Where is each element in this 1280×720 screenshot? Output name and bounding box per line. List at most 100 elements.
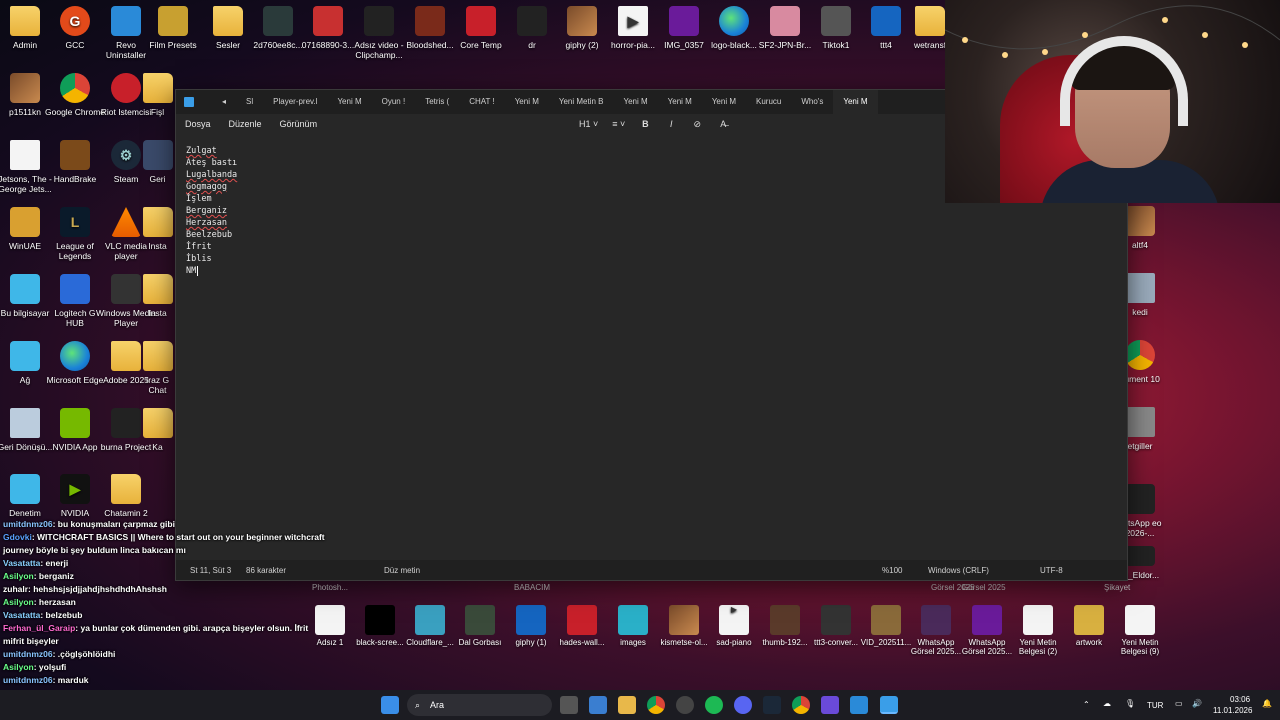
bottom-icon-yeni-metin-9[interactable]: Yeni Metin Belgesi (9) bbox=[1110, 605, 1170, 656]
desktop-icon-geri[interactable]: Geri bbox=[140, 140, 175, 184]
notepad-icon bbox=[184, 97, 194, 107]
chat-username: Asilyon bbox=[3, 662, 34, 672]
app-icon bbox=[142, 140, 173, 170]
image-file-icon bbox=[415, 6, 445, 36]
menu-file[interactable]: Dosya bbox=[185, 119, 211, 129]
image-file-icon bbox=[821, 6, 851, 36]
italic-button[interactable]: I bbox=[665, 119, 677, 129]
archive-icon bbox=[1074, 605, 1104, 635]
stream-chat: umitdnmz06: bu konuşmaları çarpmaz gibi … bbox=[3, 518, 363, 687]
desktop-icon-insta-1[interactable]: Insta bbox=[140, 207, 175, 251]
chrome-icon bbox=[60, 73, 90, 103]
image-file-icon bbox=[313, 6, 343, 36]
menu-view[interactable]: Görünüm bbox=[280, 119, 318, 129]
start-button[interactable] bbox=[381, 696, 399, 714]
notepad-editor[interactable]: Zulgat Ateş bastı Lugalbanda Gogmagog İş… bbox=[186, 145, 1127, 560]
widgets-icon[interactable] bbox=[589, 696, 607, 714]
link-icon[interactable]: ⊘ bbox=[691, 119, 703, 130]
language-indicator[interactable]: TUR bbox=[1147, 701, 1163, 710]
desktop-icon-ka[interactable]: Ka bbox=[140, 408, 175, 452]
image-file-icon bbox=[669, 605, 699, 635]
status-encoding[interactable]: UTF-8 bbox=[1040, 566, 1063, 575]
heading-dropdown[interactable]: H1 ˅ bbox=[579, 119, 598, 129]
chat-text: yolşufi bbox=[38, 662, 67, 672]
desktop-icon-chatamin[interactable]: Chatamin 2 bbox=[96, 474, 156, 518]
clock-date[interactable]: 11.01.2026 bbox=[1213, 706, 1252, 715]
revo-icon bbox=[111, 6, 141, 36]
notification-icon[interactable]: 🔔 bbox=[1262, 699, 1272, 708]
chat-username: Gdovki bbox=[3, 532, 32, 542]
desktop-icon-film-presets[interactable]: Film Presets bbox=[143, 6, 203, 50]
notepad-tab[interactable]: Yeni M bbox=[327, 90, 371, 114]
tray-app-icon[interactable]: ☁ bbox=[1103, 699, 1111, 708]
menu-edit[interactable]: Düzenle bbox=[229, 119, 262, 129]
discord-icon[interactable] bbox=[734, 696, 752, 714]
chat-text: journey böyle bi şey buldum linca bakıca… bbox=[3, 545, 186, 555]
clear-format-icon[interactable]: A̶ bbox=[717, 119, 729, 129]
clock-time[interactable]: 03:06 bbox=[1230, 695, 1250, 704]
image-file-icon bbox=[1125, 206, 1155, 236]
network-icon[interactable]: ▭ bbox=[1175, 699, 1183, 708]
notepad-tab-active[interactable]: Yeni M bbox=[833, 90, 878, 114]
desktop-icon-fisl[interactable]: Fişl bbox=[140, 73, 175, 117]
gif-file-icon bbox=[567, 6, 597, 36]
folder-icon bbox=[111, 341, 141, 371]
folder-icon bbox=[142, 341, 173, 371]
thermometer-icon bbox=[466, 6, 496, 36]
media-player-icon bbox=[111, 274, 141, 304]
chat-text: .çöglşöhlöidhi bbox=[57, 649, 116, 659]
chat-username: Vasatatta bbox=[3, 610, 41, 620]
notepad-tab[interactable]: Who's bbox=[791, 90, 833, 114]
bold-button[interactable]: B bbox=[639, 119, 651, 129]
notepad-tab[interactable]: Yeni Metin B bbox=[549, 90, 614, 114]
tray-overflow-icon[interactable]: ⌃ bbox=[1083, 700, 1090, 709]
folder-icon bbox=[10, 6, 40, 36]
chat-message: umitdnmz06: .çöglşöhlöidhi bbox=[3, 649, 116, 659]
notepad-tab[interactable]: Tetris ( bbox=[415, 90, 459, 114]
status-zoom[interactable]: %100 bbox=[882, 566, 902, 575]
chat-text: ya bunlar çok dümenden gibi. arapça bişe… bbox=[80, 623, 309, 633]
image-file-icon bbox=[263, 6, 293, 36]
taskbar-search[interactable]: ⌕ Ara bbox=[407, 694, 552, 716]
notepad-tab[interactable]: Yeni M bbox=[658, 90, 702, 114]
notepad-tab[interactable]: Yeni M bbox=[505, 90, 549, 114]
notepad-tab[interactable]: Oyun ! bbox=[372, 90, 416, 114]
steam-icon[interactable] bbox=[763, 696, 781, 714]
notepad-tab[interactable]: Yeni M bbox=[613, 90, 657, 114]
notepad-tab[interactable]: Player-prev.l bbox=[263, 90, 327, 114]
text-file-icon bbox=[1125, 605, 1155, 635]
bottom-label-babacim: BABACIM bbox=[514, 583, 551, 592]
chat-text: bu konuşmaları çarpmaz gibi bbox=[57, 519, 175, 529]
chat-message: Vasatatta: belzebub bbox=[3, 610, 83, 620]
play-icon: ▶ bbox=[719, 605, 749, 635]
notepad-taskbar-icon[interactable] bbox=[880, 696, 898, 714]
tab-scroll-left[interactable]: ◂ bbox=[212, 90, 236, 114]
volume-icon[interactable]: 🔊 bbox=[1192, 699, 1202, 708]
chat-username: Vasatatta bbox=[3, 558, 41, 568]
chat-message: Asilyon: yolşufi bbox=[3, 662, 67, 672]
app-icon[interactable] bbox=[821, 696, 839, 714]
heading-label: H1 bbox=[579, 119, 591, 129]
microphone-icon[interactable]: 🎙 bbox=[1125, 699, 1135, 708]
notepad-tab[interactable]: Kurucu bbox=[746, 90, 791, 114]
obs-icon[interactable] bbox=[676, 696, 694, 714]
status-format[interactable]: Düz metin bbox=[384, 566, 420, 575]
chat-text: belzebub bbox=[45, 610, 83, 620]
notepad-tab[interactable]: Sl bbox=[236, 90, 263, 114]
desktop-icon-iraz[interactable]: Iraz G Chat bbox=[140, 341, 175, 395]
edge-file-icon bbox=[719, 6, 749, 36]
taskbar: ⌕ Ara ⌃ ☁ 🎙 TUR ▭ 🔊 03:06 11.01.2026 🔔 bbox=[0, 690, 1280, 720]
notepad-tab[interactable]: Yeni M bbox=[702, 90, 746, 114]
desktop-icon-insta-2[interactable]: Insta bbox=[140, 274, 175, 318]
file-explorer-icon[interactable] bbox=[618, 696, 636, 714]
chat-message: mifrit bişeyler bbox=[3, 635, 363, 648]
chrome-icon[interactable] bbox=[647, 696, 665, 714]
task-view-icon[interactable] bbox=[560, 696, 578, 714]
spotify-icon[interactable] bbox=[705, 696, 723, 714]
status-line-ending[interactable]: Windows (CRLF) bbox=[928, 566, 989, 575]
photo-app-icon[interactable] bbox=[850, 696, 868, 714]
list-dropdown[interactable]: ≡ ˅ bbox=[612, 119, 625, 129]
image-file-icon bbox=[770, 6, 800, 36]
notepad-tab[interactable]: CHAT ! bbox=[459, 90, 504, 114]
chrome-alt-icon[interactable] bbox=[792, 696, 810, 714]
